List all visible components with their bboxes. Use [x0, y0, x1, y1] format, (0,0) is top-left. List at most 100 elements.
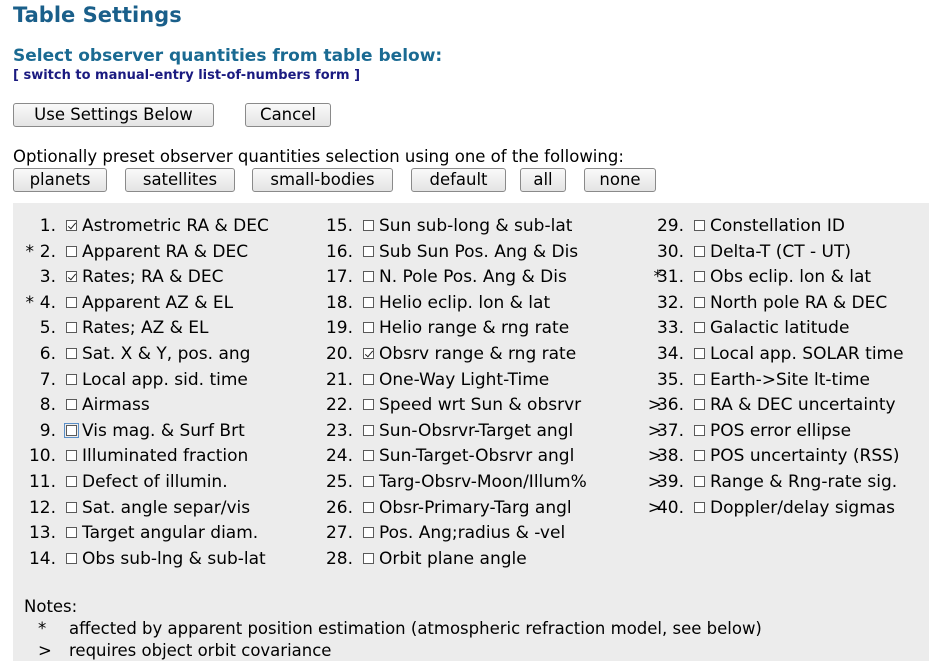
quantity-checkbox[interactable]: [694, 399, 705, 410]
quantity-label[interactable]: RA & DEC uncertainty: [710, 393, 896, 417]
quantity-label[interactable]: North pole RA & DEC: [710, 291, 887, 315]
quantity-number: 5.: [39, 318, 56, 338]
quantity-checkbox[interactable]: [363, 553, 374, 564]
quantity-checkbox[interactable]: [363, 476, 374, 487]
quantity-checkbox[interactable]: [363, 220, 374, 231]
quantity-checkbox[interactable]: [363, 425, 374, 436]
quantity-checkbox[interactable]: [694, 271, 705, 282]
quantity-checkbox[interactable]: [694, 502, 705, 513]
preset-planets-button[interactable]: planets: [13, 168, 107, 192]
page-title: Table Settings: [13, 3, 182, 27]
quantity-checkbox[interactable]: [363, 271, 374, 282]
quantity-checkbox[interactable]: [694, 297, 705, 308]
quantity-label[interactable]: Vis mag. & Surf Brt: [82, 419, 245, 443]
quantity-label[interactable]: Rates; RA & DEC: [82, 265, 224, 289]
quantity-label[interactable]: Constellation ID: [710, 214, 845, 238]
quantity-label[interactable]: Sat. angle separ/vis: [82, 496, 250, 520]
quantity-checkbox[interactable]: [363, 348, 374, 359]
note-symbol: >: [38, 641, 52, 660]
quantity-number: 24.: [325, 446, 353, 466]
quantity-label[interactable]: Apparent AZ & EL: [82, 291, 233, 315]
quantity-checkbox[interactable]: [66, 374, 77, 385]
quantity-label[interactable]: Illuminated fraction: [82, 444, 248, 468]
quantity-label[interactable]: Obs sub-lng & sub-lat: [82, 547, 266, 571]
quantity-checkbox[interactable]: [363, 297, 374, 308]
quantity-label[interactable]: Helio range & rng rate: [379, 316, 569, 340]
quantity-checkbox[interactable]: [363, 527, 374, 538]
quantity-label[interactable]: Delta-T (CT - UT): [710, 240, 851, 264]
quantity-label[interactable]: Obsrv range & rng rate: [379, 342, 576, 366]
quantity-label[interactable]: Sat. X & Y, pos. ang: [82, 342, 250, 366]
quantity-label[interactable]: POS error ellipse: [710, 419, 851, 443]
quantity-checkbox[interactable]: [363, 502, 374, 513]
quantity-label[interactable]: Apparent RA & DEC: [82, 240, 248, 264]
quantity-label[interactable]: N. Pole Pos. Ang & Dis: [379, 265, 567, 289]
quantity-label[interactable]: One-Way Light-Time: [379, 368, 549, 392]
preset-all-button[interactable]: all: [520, 168, 566, 192]
quantity-checkbox[interactable]: [66, 322, 77, 333]
quantity-label[interactable]: Orbit plane angle: [379, 547, 527, 571]
quantity-checkbox[interactable]: [694, 348, 705, 359]
quantity-label[interactable]: Speed wrt Sun & obsrvr: [379, 393, 581, 417]
quantity-checkbox[interactable]: [66, 502, 77, 513]
quantity-number: 2.: [39, 242, 56, 262]
quantity-label[interactable]: Pos. Ang;radius & -vel: [379, 521, 565, 545]
quantity-checkbox[interactable]: [363, 374, 374, 385]
quantity-label[interactable]: Airmass: [82, 393, 150, 417]
preset-small-bodies-button[interactable]: small-bodies: [252, 168, 393, 192]
quantity-label[interactable]: Targ-Obsrv-Moon/Illum%: [379, 470, 587, 494]
quantity-checkbox[interactable]: [694, 450, 705, 461]
quantity-checkbox[interactable]: [66, 271, 77, 282]
quantity-checkbox[interactable]: [66, 297, 77, 308]
quantity-label[interactable]: Sun sub-long & sub-lat: [379, 214, 572, 238]
quantity-checkbox[interactable]: [66, 348, 77, 359]
use-settings-button[interactable]: Use Settings Below: [13, 103, 214, 127]
quantity-label[interactable]: Obs eclip. lon & lat: [710, 265, 871, 289]
quantity-checkbox[interactable]: [363, 246, 374, 257]
preset-satellites-button[interactable]: satellites: [125, 168, 235, 192]
quantity-number: 11.: [28, 472, 56, 492]
preset-none-button[interactable]: none: [584, 168, 656, 192]
note-symbol: *: [38, 619, 47, 638]
quantity-number: 40.: [656, 498, 684, 518]
quantity-label[interactable]: Earth->Site lt-time: [710, 368, 870, 392]
quantity-label[interactable]: Sub Sun Pos. Ang & Dis: [379, 240, 578, 264]
quantity-label[interactable]: Local app. sid. time: [82, 368, 248, 392]
quantity-checkbox[interactable]: [694, 220, 705, 231]
quantity-label[interactable]: Obsr-Primary-Targ angl: [379, 496, 572, 520]
quantity-number: 23.: [325, 421, 353, 441]
quantity-label[interactable]: POS uncertainty (RSS): [710, 444, 900, 468]
quantity-checkbox[interactable]: [66, 399, 77, 410]
quantity-checkbox[interactable]: [363, 399, 374, 410]
quantity-checkbox[interactable]: [694, 476, 705, 487]
quantity-checkbox[interactable]: [694, 374, 705, 385]
quantity-checkbox[interactable]: [66, 246, 77, 257]
cancel-button[interactable]: Cancel: [245, 103, 331, 127]
quantity-label[interactable]: Local app. SOLAR time: [710, 342, 904, 366]
quantity-checkbox[interactable]: [64, 423, 79, 438]
quantity-checkbox[interactable]: [694, 322, 705, 333]
quantity-label[interactable]: Sun-Target-Obsrvr angl: [379, 444, 574, 468]
quantity-label[interactable]: Galactic latitude: [710, 316, 849, 340]
quantity-label[interactable]: Astrometric RA & DEC: [82, 214, 269, 238]
quantity-label[interactable]: Target angular diam.: [82, 521, 258, 545]
quantity-checkbox[interactable]: [363, 450, 374, 461]
note-text: affected by apparent position estimation…: [69, 619, 762, 638]
quantity-label[interactable]: Sun-Obsrvr-Target angl: [379, 419, 573, 443]
quantity-checkbox[interactable]: [694, 246, 705, 257]
quantity-checkbox[interactable]: [363, 322, 374, 333]
quantity-label[interactable]: Helio eclip. lon & lat: [379, 291, 550, 315]
quantity-checkbox[interactable]: [694, 425, 705, 436]
quantity-checkbox[interactable]: [66, 553, 77, 564]
switch-to-manual-entry-link[interactable]: [ switch to manual-entry list-of-numbers…: [13, 68, 360, 83]
quantity-label[interactable]: Range & Rng-rate sig.: [710, 470, 897, 494]
quantity-checkbox[interactable]: [66, 450, 77, 461]
quantity-checkbox[interactable]: [66, 476, 77, 487]
quantity-label[interactable]: Defect of illumin.: [82, 470, 228, 494]
quantity-checkbox[interactable]: [66, 527, 77, 538]
quantity-label[interactable]: Rates; AZ & EL: [82, 316, 209, 340]
preset-default-button[interactable]: default: [411, 168, 506, 192]
quantity-number: 34.: [656, 344, 684, 364]
quantity-checkbox[interactable]: [66, 220, 77, 231]
quantity-label[interactable]: Doppler/delay sigmas: [710, 496, 895, 520]
